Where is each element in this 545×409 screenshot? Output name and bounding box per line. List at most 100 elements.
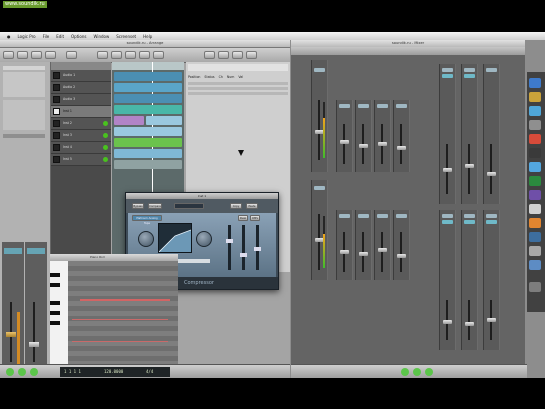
volume-fader[interactable]: [465, 164, 474, 168]
split-button[interactable]: [139, 51, 150, 59]
midi-note[interactable]: [72, 319, 168, 320]
insert-slot[interactable]: [464, 214, 475, 218]
track-header[interactable]: Audio 1: [51, 70, 111, 82]
preset-menu[interactable]: [174, 203, 204, 209]
record-enable-led[interactable]: [103, 133, 108, 138]
volume-fader[interactable]: [6, 332, 16, 337]
menu-item-options[interactable]: Options: [71, 34, 86, 39]
insert-slot[interactable]: [377, 104, 388, 108]
volume-fader[interactable]: [487, 172, 496, 176]
volume-fader[interactable]: [340, 140, 349, 144]
logic-icon[interactable]: [529, 148, 541, 158]
app-icon[interactable]: [529, 246, 541, 256]
column-header[interactable]: Status: [204, 75, 214, 79]
finder-icon[interactable]: [529, 78, 541, 88]
bounce-button[interactable]: [153, 51, 164, 59]
app-icon[interactable]: [529, 260, 541, 270]
app-icon[interactable]: [529, 204, 541, 214]
record-enable-led[interactable]: [103, 157, 108, 162]
bar-ruler[interactable]: [112, 62, 184, 70]
menu-item-edit[interactable]: Edit: [56, 34, 64, 39]
transport-display[interactable]: 1 1 1 1 120.0000 4/4: [60, 367, 170, 377]
black-key[interactable]: [50, 311, 60, 315]
list-tabs[interactable]: [188, 64, 288, 71]
insert-slot[interactable]: [4, 248, 22, 254]
volume-fader[interactable]: [359, 252, 368, 256]
cycle-button[interactable]: [6, 368, 14, 376]
play-button[interactable]: [18, 368, 26, 376]
volume-fader[interactable]: [443, 168, 452, 172]
midi-region[interactable]: [114, 160, 182, 169]
menu-item-screenset[interactable]: Screenset: [116, 34, 136, 39]
table-row[interactable]: [188, 87, 288, 90]
insert-slot[interactable]: [464, 74, 475, 78]
region-parameters[interactable]: [3, 66, 45, 70]
media-button[interactable]: [246, 51, 257, 59]
track-header[interactable]: Inst 4: [51, 142, 111, 154]
app-icon[interactable]: [529, 176, 541, 186]
calendar-icon[interactable]: [529, 134, 541, 144]
piano-keyboard[interactable]: [50, 261, 68, 371]
notes-button[interactable]: [218, 51, 229, 59]
copy-button[interactable]: Copy: [230, 203, 242, 209]
app-icon[interactable]: [529, 190, 541, 200]
insert-slot[interactable]: [339, 214, 350, 218]
settings-button[interactable]: [31, 51, 42, 59]
rms-button[interactable]: RMS: [250, 215, 260, 221]
insert-slot[interactable]: [442, 214, 453, 218]
insert-slot[interactable]: [358, 214, 369, 218]
volume-fader[interactable]: [397, 146, 406, 150]
track-header[interactable]: Inst 3: [51, 130, 111, 142]
menu-item-help[interactable]: Help: [143, 34, 152, 39]
volume-fader[interactable]: [443, 320, 452, 324]
apple-icon[interactable]: ●: [7, 34, 11, 39]
play-button[interactable]: [413, 368, 421, 376]
ratio-slider[interactable]: [240, 253, 247, 257]
repeat-section-button[interactable]: [111, 51, 122, 59]
insert-slot[interactable]: [377, 214, 388, 218]
midi-region[interactable]: [114, 138, 182, 147]
bypass-button[interactable]: Bypass: [132, 203, 144, 209]
volume-fader[interactable]: [378, 248, 387, 252]
app-icon[interactable]: [529, 218, 541, 228]
insert-slot[interactable]: [339, 104, 350, 108]
column-header[interactable]: Position: [188, 75, 200, 79]
insert-slot[interactable]: [314, 68, 325, 72]
insert-slot[interactable]: [442, 74, 453, 78]
track-header[interactable]: Audio 2: [51, 82, 111, 94]
release-knob[interactable]: [196, 231, 212, 247]
volume-fader[interactable]: [359, 144, 368, 148]
track-header[interactable]: Audio 3: [51, 94, 111, 106]
insert-slot[interactable]: [442, 68, 453, 72]
insert-slot[interactable]: [486, 68, 497, 72]
audio-region[interactable]: [114, 72, 182, 81]
record-button[interactable]: [425, 368, 433, 376]
preferences-button[interactable]: [17, 51, 28, 59]
flex-button[interactable]: [66, 51, 77, 59]
record-enable-led[interactable]: [103, 145, 108, 150]
record-enable-led[interactable]: [103, 121, 108, 126]
safari-icon[interactable]: [529, 106, 541, 116]
set-locators-button[interactable]: [97, 51, 108, 59]
insert-slot[interactable]: [442, 220, 453, 224]
insert-slot[interactable]: [464, 220, 475, 224]
volume-fader[interactable]: [465, 322, 474, 326]
column-header[interactable]: Ch: [219, 75, 223, 79]
attack-knob[interactable]: [138, 231, 154, 247]
paste-button[interactable]: Paste: [246, 203, 258, 209]
table-row[interactable]: [188, 92, 288, 95]
black-key[interactable]: [50, 283, 60, 287]
automation-button[interactable]: [45, 51, 56, 59]
audio-region[interactable]: [114, 94, 182, 103]
midi-region[interactable]: [114, 116, 144, 125]
menu-item-window[interactable]: Window: [93, 34, 109, 39]
circuit-type-selector[interactable]: Platinum Analog Tape: [132, 215, 162, 225]
record-button[interactable]: [30, 368, 38, 376]
track-header-selected[interactable]: Inst 1: [51, 106, 111, 118]
trash-icon[interactable]: [529, 282, 541, 292]
midi-region[interactable]: [114, 149, 182, 158]
black-key[interactable]: [50, 321, 60, 325]
midi-note[interactable]: [80, 299, 170, 301]
insert-slot[interactable]: [464, 68, 475, 72]
menu-item-file[interactable]: File: [43, 34, 50, 39]
